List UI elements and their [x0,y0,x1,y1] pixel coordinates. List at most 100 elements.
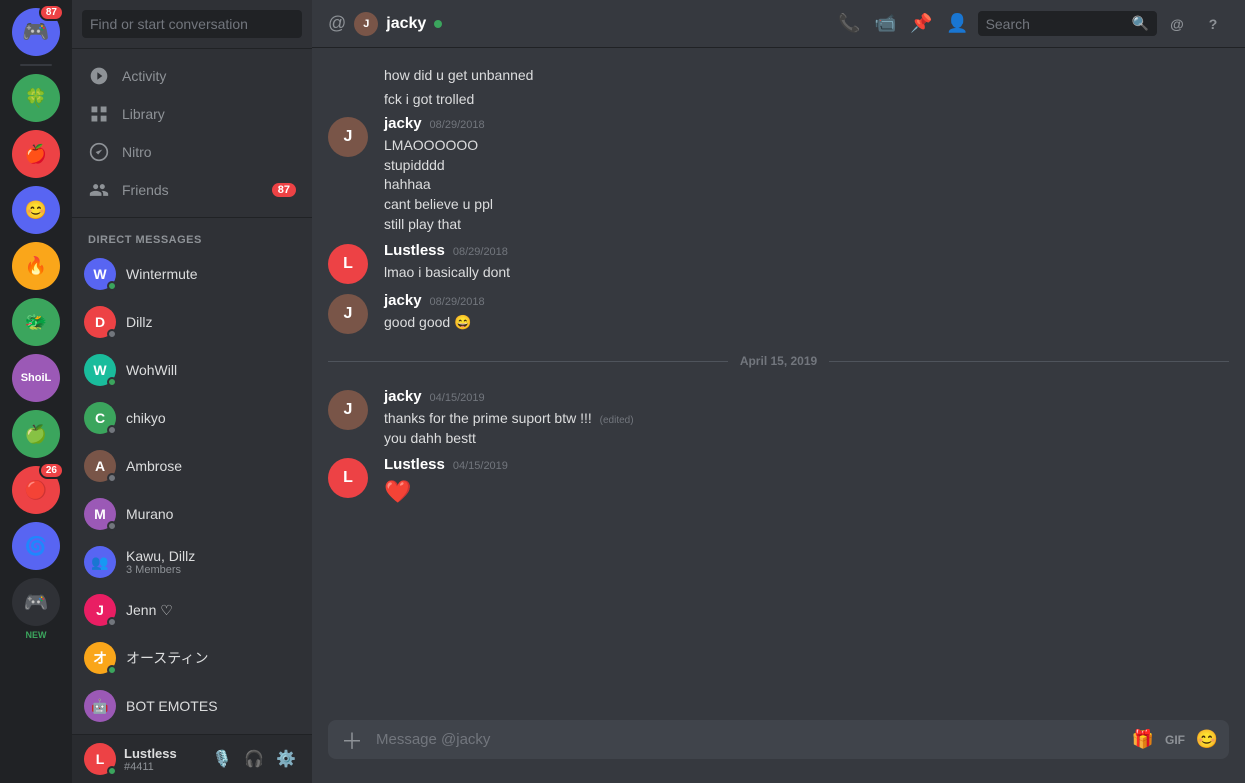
dm-name-chikyo: chikyo [126,410,166,426]
dm-avatar-letter-dillz: D [95,314,105,330]
server-new-icon: 🎮 [24,590,49,615]
msg-header-lustless-1: Lustless 08/29/2018 [384,242,1229,259]
chat-input-box: ＋ 🎁 GIF 😊 [328,720,1229,759]
server-icon-new[interactable]: NEW 🎮 [12,578,60,626]
continuation-msg-1: how did u get unbanned [312,64,1245,88]
nav-item-activity[interactable]: Activity [72,57,312,95]
nav-item-friends[interactable]: Friends 87 [72,171,312,209]
dm-item-austin[interactable]: オ オースティン [72,634,312,682]
server-emoji-7: 🍏 [25,424,47,445]
msg-timestamp-jacky-1: 08/29/2018 [430,119,485,131]
dm-name-wintermute: Wintermute [126,266,198,282]
dm-avatar-letter-botemotes: 🤖 [91,698,108,715]
header-search-area: 🔍 [978,11,1157,36]
dm-item-wintermute[interactable]: W Wintermute [72,250,312,298]
dm-section-label: DIRECT MESSAGES [72,218,312,250]
message-group-jacky-2: J jacky 08/29/2018 good good 😄 [312,288,1245,338]
dm-avatar-letter-wintermute: W [93,266,106,282]
nav-item-library[interactable]: Library [72,95,312,133]
server-emoji-1: 🍀 [25,88,47,109]
gift-button[interactable]: 🎁 [1129,726,1157,754]
home-badge: 87 [39,4,64,21]
msg-username-jacky-3[interactable]: jacky [384,388,422,405]
help-button[interactable]: ? [1197,8,1229,40]
user-name: Lustless [124,746,200,761]
emoji-button[interactable]: 😊 [1193,726,1221,754]
video-call-button[interactable]: 📹 [870,8,902,40]
dm-name-austin: オースティン [126,648,208,668]
server-icon-5[interactable]: 🐲 [12,298,60,346]
chat-main: @ J jacky 📞 📹 📌 👤 🔍 @ ? how did u get un… [312,0,1245,783]
server-icon-4[interactable]: 🔥 [12,242,60,290]
msg-avatar-jacky-2: J [328,294,368,334]
dm-item-wohwill[interactable]: W WohWill [72,346,312,394]
dm-item-ambrose[interactable]: A Ambrose [72,442,312,490]
msg-username-jacky-2[interactable]: jacky [384,292,422,309]
server-emoji-5: 🐲 [25,312,47,333]
nav-label-library: Library [122,106,165,122]
msg-text-jacky-2-0: good good 😄 [384,313,1229,333]
dm-nav: Activity Library Nitro Friends 87 [72,49,312,218]
attach-button[interactable]: ＋ [336,724,368,756]
msg-text-jacky-1-4: still play that [384,215,1229,235]
dm-name-jenn: Jenn ♡ [126,602,173,619]
dm-item-kawudillz[interactable]: 👥 Kawu, Dillz 3 Members [72,538,312,586]
server-emoji-4: 🔥 [25,256,47,277]
dm-item-chikyo[interactable]: C chikyo [72,394,312,442]
dm-avatar-austin: オ [84,642,116,674]
dm-name-kawudillz: Kawu, Dillz [126,548,195,564]
server-icon-8[interactable]: 🔴 26 [12,466,60,514]
discord-home-button[interactable]: 🎮 87 [12,8,60,56]
dm-name-wohwill: WohWill [126,362,177,378]
msg-username-jacky-1[interactable]: jacky [384,115,422,132]
header-search-input[interactable] [986,16,1126,32]
friends-icon [88,179,110,201]
server-icon-6[interactable]: ShoiL [12,354,60,402]
server-icon-3[interactable]: 😊 [12,186,60,234]
deafen-button[interactable]: 🎧 [240,745,268,773]
dm-item-jenn[interactable]: J Jenn ♡ [72,586,312,634]
nav-label-activity: Activity [122,68,166,84]
pin-button[interactable]: 📌 [906,8,938,40]
msg-text-jacky-1-0: LMAOOOOOO [384,136,1229,156]
msg-timestamp-lustless-2: 04/15/2019 [453,460,508,472]
inbox-button[interactable]: @ [1161,8,1193,40]
voice-call-button[interactable]: 📞 [834,8,866,40]
dm-item-dillz[interactable]: D Dillz [72,298,312,346]
message-group-jacky-1: J jacky 08/29/2018 LMAOOOOOO stupidddd h… [312,111,1245,238]
settings-button[interactable]: ⚙️ [272,745,300,773]
header-actions: 📞 📹 📌 👤 🔍 @ ? [834,8,1229,40]
dm-info-kawudillz: Kawu, Dillz 3 Members [126,548,195,576]
gif-button[interactable]: GIF [1161,726,1189,754]
server-icon-9[interactable]: 🌀 [12,522,60,570]
chat-header-user: @ J jacky [328,12,822,36]
continuation-msg-2: fck i got trolled [312,88,1245,112]
server-icon-7[interactable]: 🍏 [12,410,60,458]
dm-item-murano[interactable]: M Murano [72,490,312,538]
dm-search-input[interactable] [82,10,302,38]
mute-button[interactable]: 🎙️ [208,745,236,773]
msg-username-lustless-1[interactable]: Lustless [384,242,445,259]
nav-item-nitro[interactable]: Nitro [72,133,312,171]
dm-avatar-letter-chikyo: C [95,410,105,426]
date-divider-april: April 15, 2019 [312,338,1245,384]
msg-username-lustless-2[interactable]: Lustless [384,456,445,473]
server-icon-2[interactable]: 🍎 [12,130,60,178]
msg-text-jacky-1-1: stupidddd [384,156,1229,176]
dm-avatar-letter-ambrose: A [95,458,105,474]
server-new-label: NEW [26,630,47,640]
dm-item-botemotes[interactable]: 🤖 BOT EMOTES [72,682,312,730]
dm-avatar-wintermute: W [84,258,116,290]
friends-badge: 87 [272,183,296,197]
server-divider [20,64,52,66]
add-friend-button[interactable]: 👤 [942,8,974,40]
dm-search-area [72,0,312,49]
user-controls: 🎙️ 🎧 ⚙️ [208,745,300,773]
message-input[interactable] [376,720,1121,759]
msg-text-jacky-1-2: hahhaa [384,175,1229,195]
msg-header-lustless-2: Lustless 04/15/2019 [384,456,1229,473]
server-emoji-2: 🍎 [25,144,47,165]
status-dot-jenn [107,617,117,627]
server-icon-1[interactable]: 🍀 [12,74,60,122]
status-dot-dillz [107,329,117,339]
